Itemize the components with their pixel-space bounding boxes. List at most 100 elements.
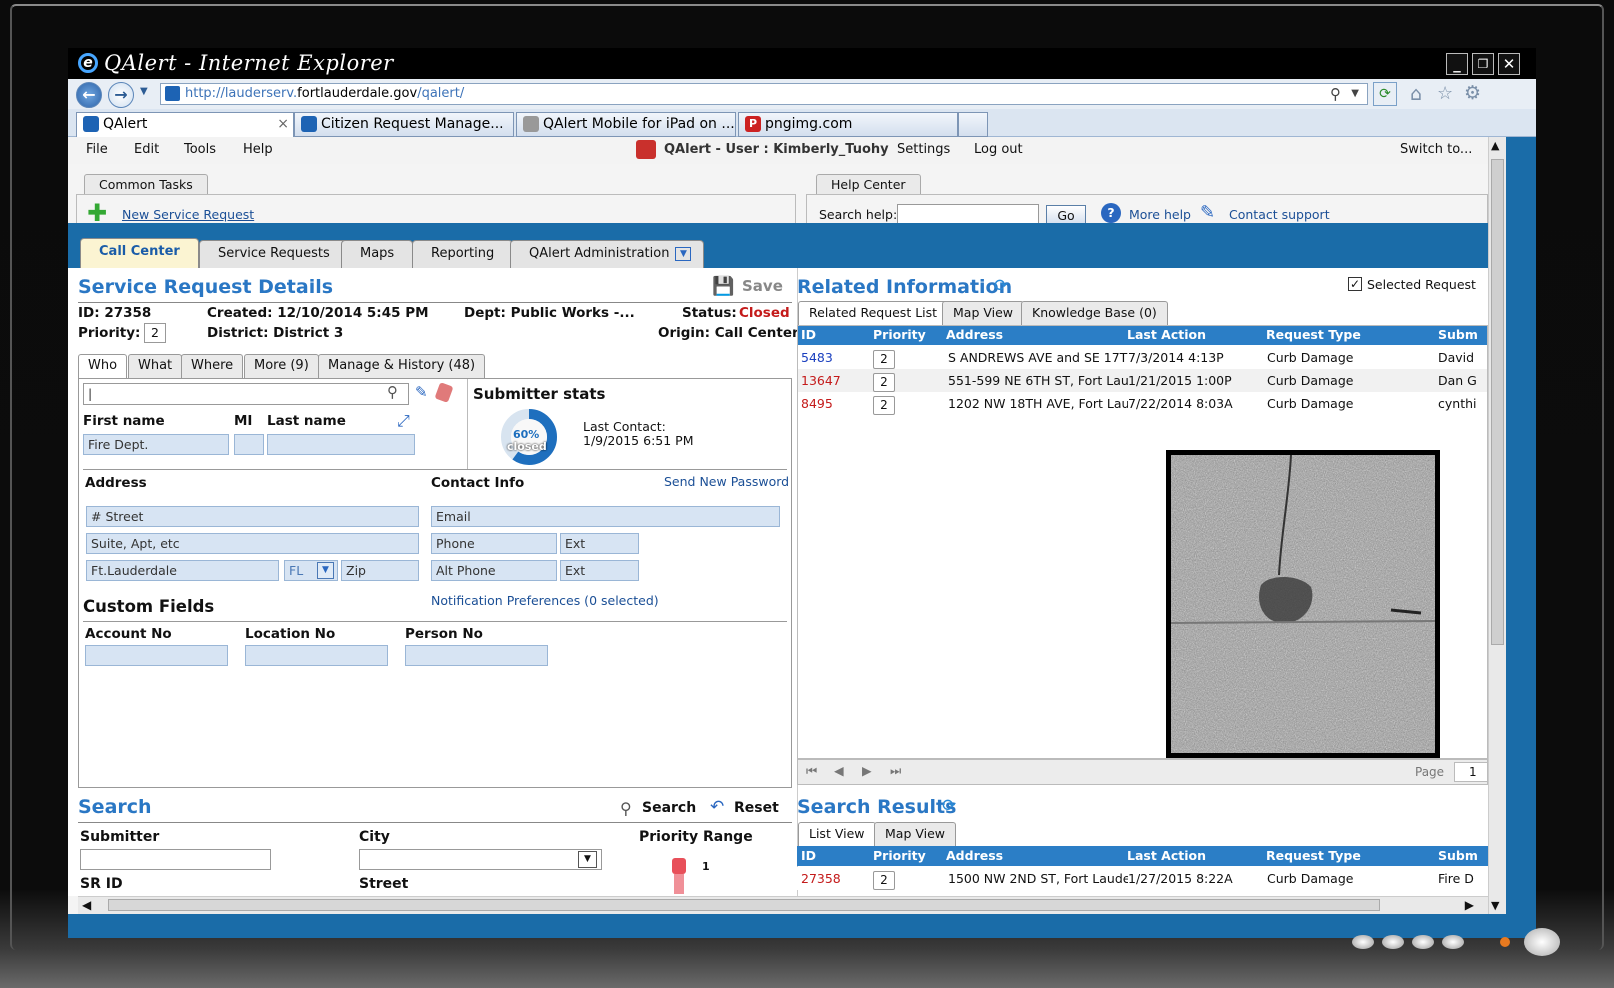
reset-icon[interactable]: ↶: [710, 797, 724, 817]
menu-logout[interactable]: Log out: [974, 142, 1023, 157]
tab-call-center[interactable]: Call Center: [80, 238, 199, 268]
save-icon[interactable]: 💾: [712, 276, 736, 298]
chevron-down-icon[interactable]: ▼: [675, 247, 692, 261]
alt-phone-ext-field[interactable]: Ext: [560, 560, 639, 581]
tab-service-requests[interactable]: Service Requests: [199, 240, 349, 268]
last-name-field[interactable]: [267, 434, 415, 455]
more-help-link[interactable]: More help: [1129, 207, 1191, 222]
last-page-icon[interactable]: ⏭: [890, 763, 901, 779]
column-header-address[interactable]: Address: [946, 848, 1003, 863]
page-number-field[interactable]: 1: [1454, 762, 1488, 782]
first-name-field[interactable]: Fire Dept.: [83, 434, 229, 455]
column-header-request-type[interactable]: Request Type: [1266, 848, 1361, 863]
tab-what[interactable]: What: [128, 354, 183, 378]
next-page-icon[interactable]: ▶: [862, 763, 872, 778]
tab-map-view[interactable]: Map View: [942, 301, 1025, 325]
column-header-last-action[interactable]: Last Action: [1127, 327, 1206, 342]
column-header-id[interactable]: ID: [801, 327, 816, 342]
tab-list-view[interactable]: List View: [798, 822, 876, 846]
street-field[interactable]: # Street: [86, 506, 419, 527]
city-field[interactable]: Ft.Lauderdale: [86, 560, 279, 581]
menu-settings[interactable]: Settings: [897, 142, 950, 157]
selected-request-checkbox[interactable]: ✓: [1348, 277, 1362, 291]
notification-preferences-link[interactable]: Notification Preferences (0 selected): [431, 593, 659, 608]
search-icon[interactable]: ⚲: [620, 799, 632, 818]
menu-tools[interactable]: Tools: [184, 142, 216, 157]
city-select[interactable]: [359, 849, 602, 870]
browser-tab-mobile[interactable]: QAlert Mobile for iPad on ...: [516, 112, 736, 137]
row-id[interactable]: 5483: [801, 350, 833, 365]
tab-reporting[interactable]: Reporting: [412, 240, 514, 268]
submitter-search-field[interactable]: [80, 849, 271, 870]
contact-support-link[interactable]: Contact support: [1229, 207, 1330, 222]
scroll-thumb[interactable]: [1491, 159, 1504, 645]
tab-more[interactable]: More (9): [244, 354, 319, 378]
url-field[interactable]: http://lauderserv.fortlauderdale.gov/qal…: [160, 83, 1368, 105]
scroll-down-icon[interactable]: ▼: [1491, 899, 1499, 912]
chevron-down-icon[interactable]: ▼: [317, 562, 334, 579]
table-row[interactable]: 5483 2 S ANDREWS AVE and SE 17TH 7/3/201…: [797, 346, 1488, 369]
search-icon[interactable]: ⚲: [1330, 84, 1341, 104]
email-field[interactable]: Email: [431, 506, 780, 527]
chevron-down-icon[interactable]: ▼: [578, 851, 597, 868]
new-service-request-link[interactable]: New Service Request: [122, 207, 254, 222]
submitter-search-input[interactable]: |: [83, 383, 409, 405]
home-icon[interactable]: ⌂: [1410, 83, 1422, 105]
send-new-password-link[interactable]: Send New Password: [664, 474, 789, 489]
menu-help[interactable]: Help: [243, 142, 273, 157]
horizontal-scrollbar[interactable]: ◀ ▶: [78, 896, 1488, 914]
favorites-star-icon[interactable]: ☆: [1437, 83, 1453, 104]
search-help-input[interactable]: [897, 204, 1039, 225]
gear-icon[interactable]: ⚙: [1464, 82, 1481, 104]
menu-file[interactable]: File: [86, 142, 108, 157]
refresh-icon[interactable]: ⟳: [1373, 82, 1397, 106]
scroll-up-icon[interactable]: ▲: [1491, 139, 1499, 152]
priority-slider-handle[interactable]: [672, 858, 686, 874]
alt-phone-field[interactable]: Alt Phone: [431, 560, 557, 581]
tray-icon[interactable]: [1352, 935, 1374, 949]
search-button[interactable]: Search: [642, 800, 696, 816]
new-tab-button[interactable]: [958, 112, 988, 137]
tab-knowledge-base[interactable]: Knowledge Base (0): [1021, 301, 1168, 325]
search-icon[interactable]: ⚲: [387, 383, 398, 401]
tab-who[interactable]: Who: [78, 354, 128, 378]
column-header-request-type[interactable]: Request Type: [1266, 327, 1361, 342]
tray-globe-icon[interactable]: [1524, 928, 1560, 956]
history-dropdown-icon[interactable]: ▼: [140, 86, 148, 97]
column-header-priority[interactable]: Priority: [873, 848, 926, 863]
tray-icon[interactable]: [1382, 935, 1404, 949]
tray-icon[interactable]: [1442, 935, 1464, 949]
phone-ext-field[interactable]: Ext: [560, 533, 639, 554]
tray-icon[interactable]: [1412, 935, 1434, 949]
edit-icon[interactable]: ✎: [415, 383, 428, 401]
forward-button[interactable]: →: [108, 82, 134, 108]
minimize-button[interactable]: _: [1446, 53, 1468, 75]
tab-qalert-administration[interactable]: QAlert Administration ▼: [510, 240, 705, 268]
tab-manage-history[interactable]: Manage & History (48): [318, 354, 486, 378]
close-tab-icon[interactable]: ×: [277, 113, 289, 135]
save-button[interactable]: Save: [742, 277, 783, 295]
priority-value[interactable]: 2: [144, 323, 166, 343]
menu-switch-to[interactable]: Switch to...: [1400, 142, 1472, 157]
address-dropdown-icon[interactable]: ▼: [1351, 84, 1359, 104]
restore-button[interactable]: ❐: [1472, 53, 1494, 75]
back-button[interactable]: ←: [76, 82, 102, 108]
refresh-icon[interactable]: ⟳: [994, 276, 1008, 296]
phone-field[interactable]: Phone: [431, 533, 557, 554]
column-header-id[interactable]: ID: [801, 848, 816, 863]
row-id[interactable]: 8495: [801, 396, 833, 411]
table-row[interactable]: 27358 2 1500 NW 2ND ST, Fort Lauder 1/27…: [797, 867, 1488, 890]
column-header-submitter[interactable]: Subm: [1438, 848, 1478, 863]
scroll-right-icon[interactable]: ▶: [1465, 898, 1474, 912]
tab-maps[interactable]: Maps: [341, 240, 414, 268]
suite-field[interactable]: Suite, Apt, etc: [86, 533, 419, 554]
vertical-scrollbar[interactable]: ▲ ▼: [1488, 137, 1506, 914]
swap-icon[interactable]: ⤢: [397, 411, 410, 431]
mi-field[interactable]: [234, 434, 264, 455]
table-row[interactable]: 13647 2 551-599 NE 6TH ST, Fort Laud 1/2…: [797, 369, 1488, 392]
row-id[interactable]: 27358: [801, 871, 841, 886]
eraser-icon[interactable]: [434, 382, 454, 403]
reset-button[interactable]: Reset: [734, 800, 779, 816]
location-no-field[interactable]: [245, 645, 388, 666]
tab-results-map-view[interactable]: Map View: [874, 822, 957, 846]
